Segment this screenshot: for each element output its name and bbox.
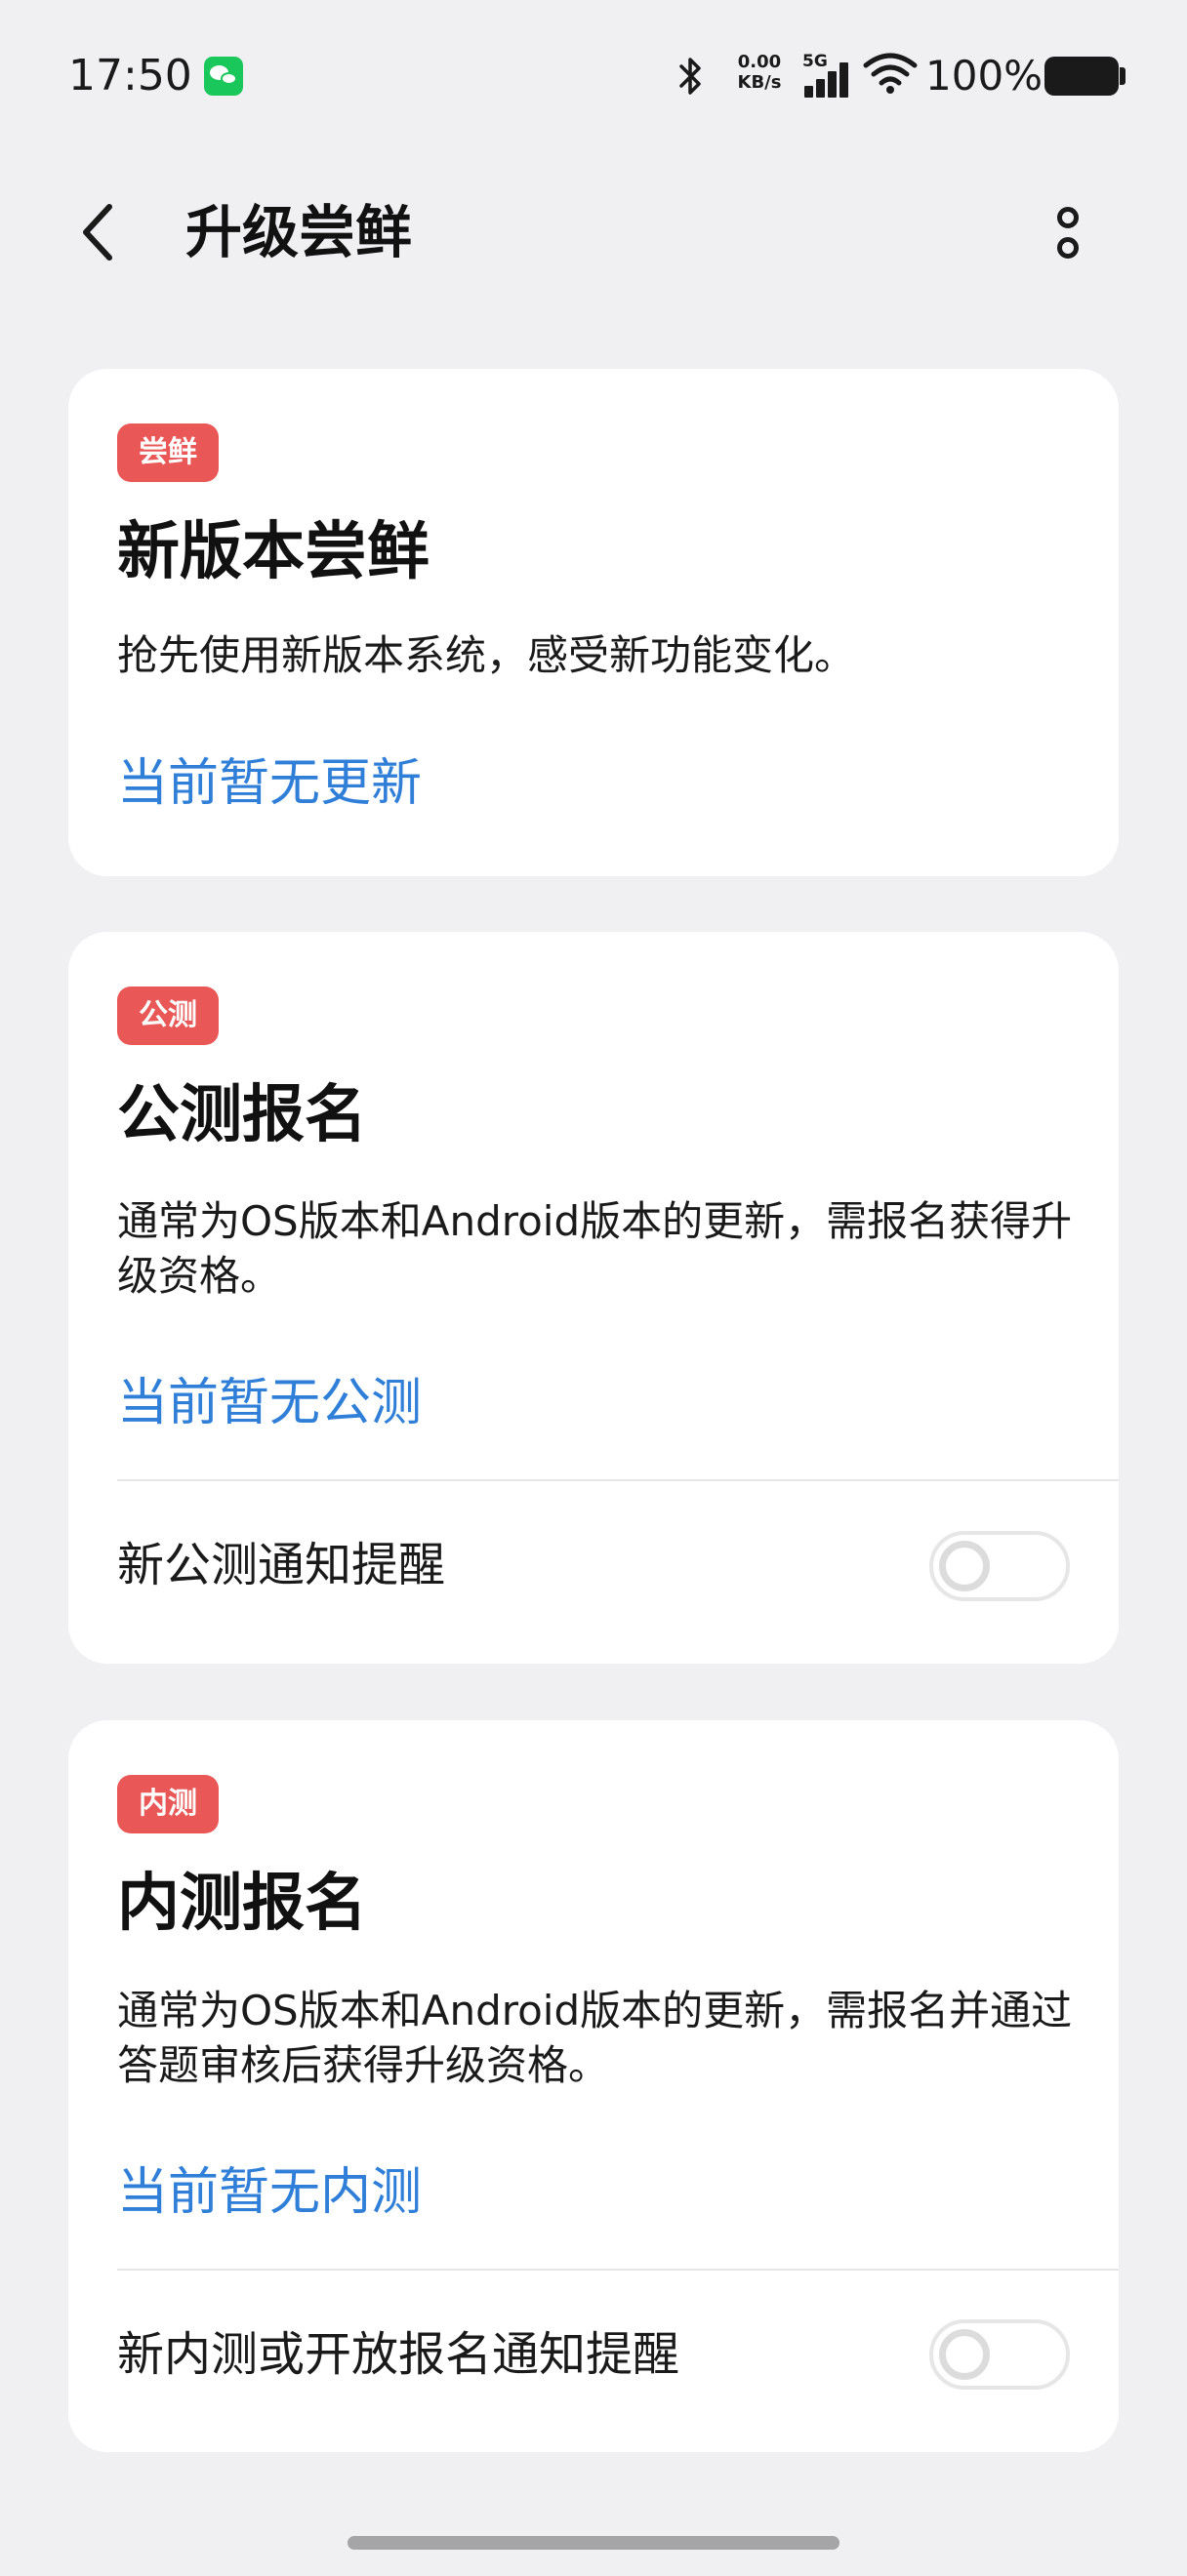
more-options-icon: [1057, 206, 1079, 228]
divider: [117, 2269, 1119, 2271]
card-new-version-trial: 尝鲜 新版本尝鲜 抢先使用新版本系统，感受新功能变化。 当前暂无更新: [68, 369, 1119, 876]
internal-beta-status-link[interactable]: 当前暂无内测: [117, 2158, 422, 2227]
card-title: 新版本尝鲜: [117, 516, 430, 588]
status-bar: 17:50 0.00 KB/s 5G 100%: [0, 0, 1187, 146]
battery-percentage: 100%: [925, 52, 1044, 100]
public-beta-notify-toggle[interactable]: [929, 1531, 1070, 1601]
card-public-beta: 公测 公测报名 通常为OS版本和Android版本的更新，需报名获得升级资格。 …: [68, 932, 1119, 1664]
toggle-knob: [939, 2329, 990, 2380]
back-button[interactable]: [61, 191, 135, 273]
page-title: 升级尝鲜: [185, 199, 413, 265]
network-speed-value: 0.00: [737, 52, 782, 72]
card-description: 通常为OS版本和Android版本的更新，需报名并通过答题审核后获得升级资格。: [117, 1987, 1073, 2089]
screen: 17:50 0.00 KB/s 5G 100% 升级尝鲜 尝鲜 新版本尝鲜 抢先…: [0, 0, 1187, 2576]
card-title: 公测报名: [117, 1079, 367, 1151]
trial-badge: 尝鲜: [117, 423, 219, 482]
wifi-icon: [863, 53, 918, 94]
network-speed: 0.00 KB/s: [730, 52, 789, 93]
bluetooth-icon: [679, 58, 701, 95]
battery-tip: [1120, 67, 1126, 85]
card-title: 内测报名: [117, 1868, 367, 1940]
signal-icon: [804, 60, 851, 98]
public-beta-badge: 公测: [117, 986, 219, 1045]
status-time: 17:50: [68, 51, 192, 101]
home-indicator[interactable]: [348, 2536, 839, 2550]
more-options-icon-dot: [1057, 236, 1079, 259]
card-description: 通常为OS版本和Android版本的更新，需报名获得升级资格。: [117, 1197, 1073, 1300]
public-beta-notify-label: 新公测通知提醒: [117, 1538, 446, 1592]
toggle-knob: [939, 1541, 990, 1591]
internal-beta-notify-toggle[interactable]: [929, 2319, 1070, 2390]
wechat-icon: [204, 57, 243, 96]
internal-beta-notify-label: 新内测或开放报名通知提醒: [117, 2327, 680, 2382]
internal-beta-badge: 内测: [117, 1775, 219, 1833]
card-description: 抢先使用新版本系统，感受新功能变化。: [117, 631, 856, 679]
battery-icon: [1044, 57, 1119, 96]
update-status-link[interactable]: 当前暂无更新: [117, 749, 422, 818]
back-arrow-icon: [83, 204, 112, 261]
network-speed-unit: KB/s: [737, 72, 782, 93]
public-beta-status-link[interactable]: 当前暂无公测: [117, 1369, 422, 1437]
more-options-button[interactable]: [1035, 191, 1101, 273]
card-internal-beta: 内测 内测报名 通常为OS版本和Android版本的更新，需报名并通过答题审核后…: [68, 1720, 1119, 2452]
divider: [117, 1479, 1119, 1481]
